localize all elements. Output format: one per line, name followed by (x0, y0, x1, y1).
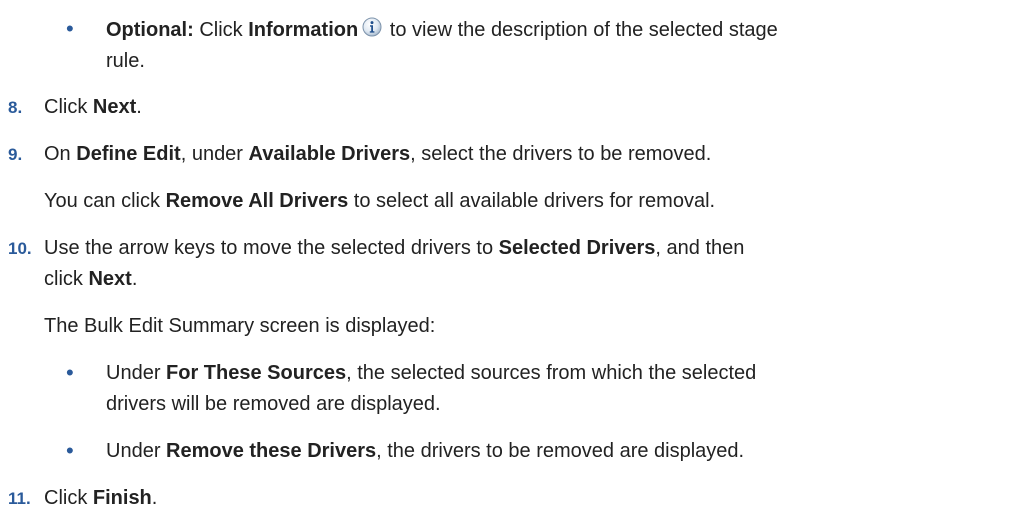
step-9-note: You can click Remove All Drivers to sele… (44, 190, 716, 212)
finish-label: Finish (92, 487, 152, 509)
optional-step-line-2: rule. (106, 50, 145, 72)
step-10-text-line-2: click Next. (44, 268, 138, 290)
step-11-text: Click Finish. (44, 487, 158, 509)
remove-these-drivers-label: Remove these Drivers (166, 440, 377, 462)
summary-bullet-1-line-2: drivers will be removed are displayed. (106, 393, 441, 415)
step-number-10: 10. (8, 239, 32, 258)
summary-bullet-1-line-1: Under For These Sources, the selected so… (106, 362, 757, 384)
selected-drivers-label: Selected Drivers (498, 237, 656, 259)
bullet-marker: • (66, 438, 74, 463)
define-edit-label: Define Edit (76, 143, 181, 165)
information-icon (362, 17, 382, 37)
optional-prefix: Optional: (106, 19, 194, 41)
next-label: Next (92, 96, 137, 118)
optional-step-line-1: Optional: Click Information to view the … (106, 17, 778, 41)
step-9-text: On Define Edit, under Available Drivers,… (44, 143, 712, 165)
remove-all-drivers-label: Remove All Drivers (165, 190, 349, 212)
step-number-11: 11. (8, 489, 31, 508)
bullet-marker: • (66, 360, 74, 385)
next-label-2: Next (88, 268, 132, 290)
step-number-8: 8. (8, 98, 23, 117)
step-10-text-line-1: Use the arrow keys to move the selected … (44, 237, 745, 259)
available-drivers-label: Available Drivers (248, 143, 411, 165)
summary-text: The Bulk Edit Summary screen is displaye… (44, 315, 436, 337)
step-8-text: Click Next. (44, 96, 142, 118)
information-label: Information (248, 19, 359, 41)
step-number-9: 9. (8, 145, 23, 164)
bullet-marker: • (66, 16, 74, 41)
for-these-sources-label: For These Sources (166, 362, 347, 384)
summary-bullet-2: Under Remove these Drivers, the drivers … (106, 440, 745, 462)
